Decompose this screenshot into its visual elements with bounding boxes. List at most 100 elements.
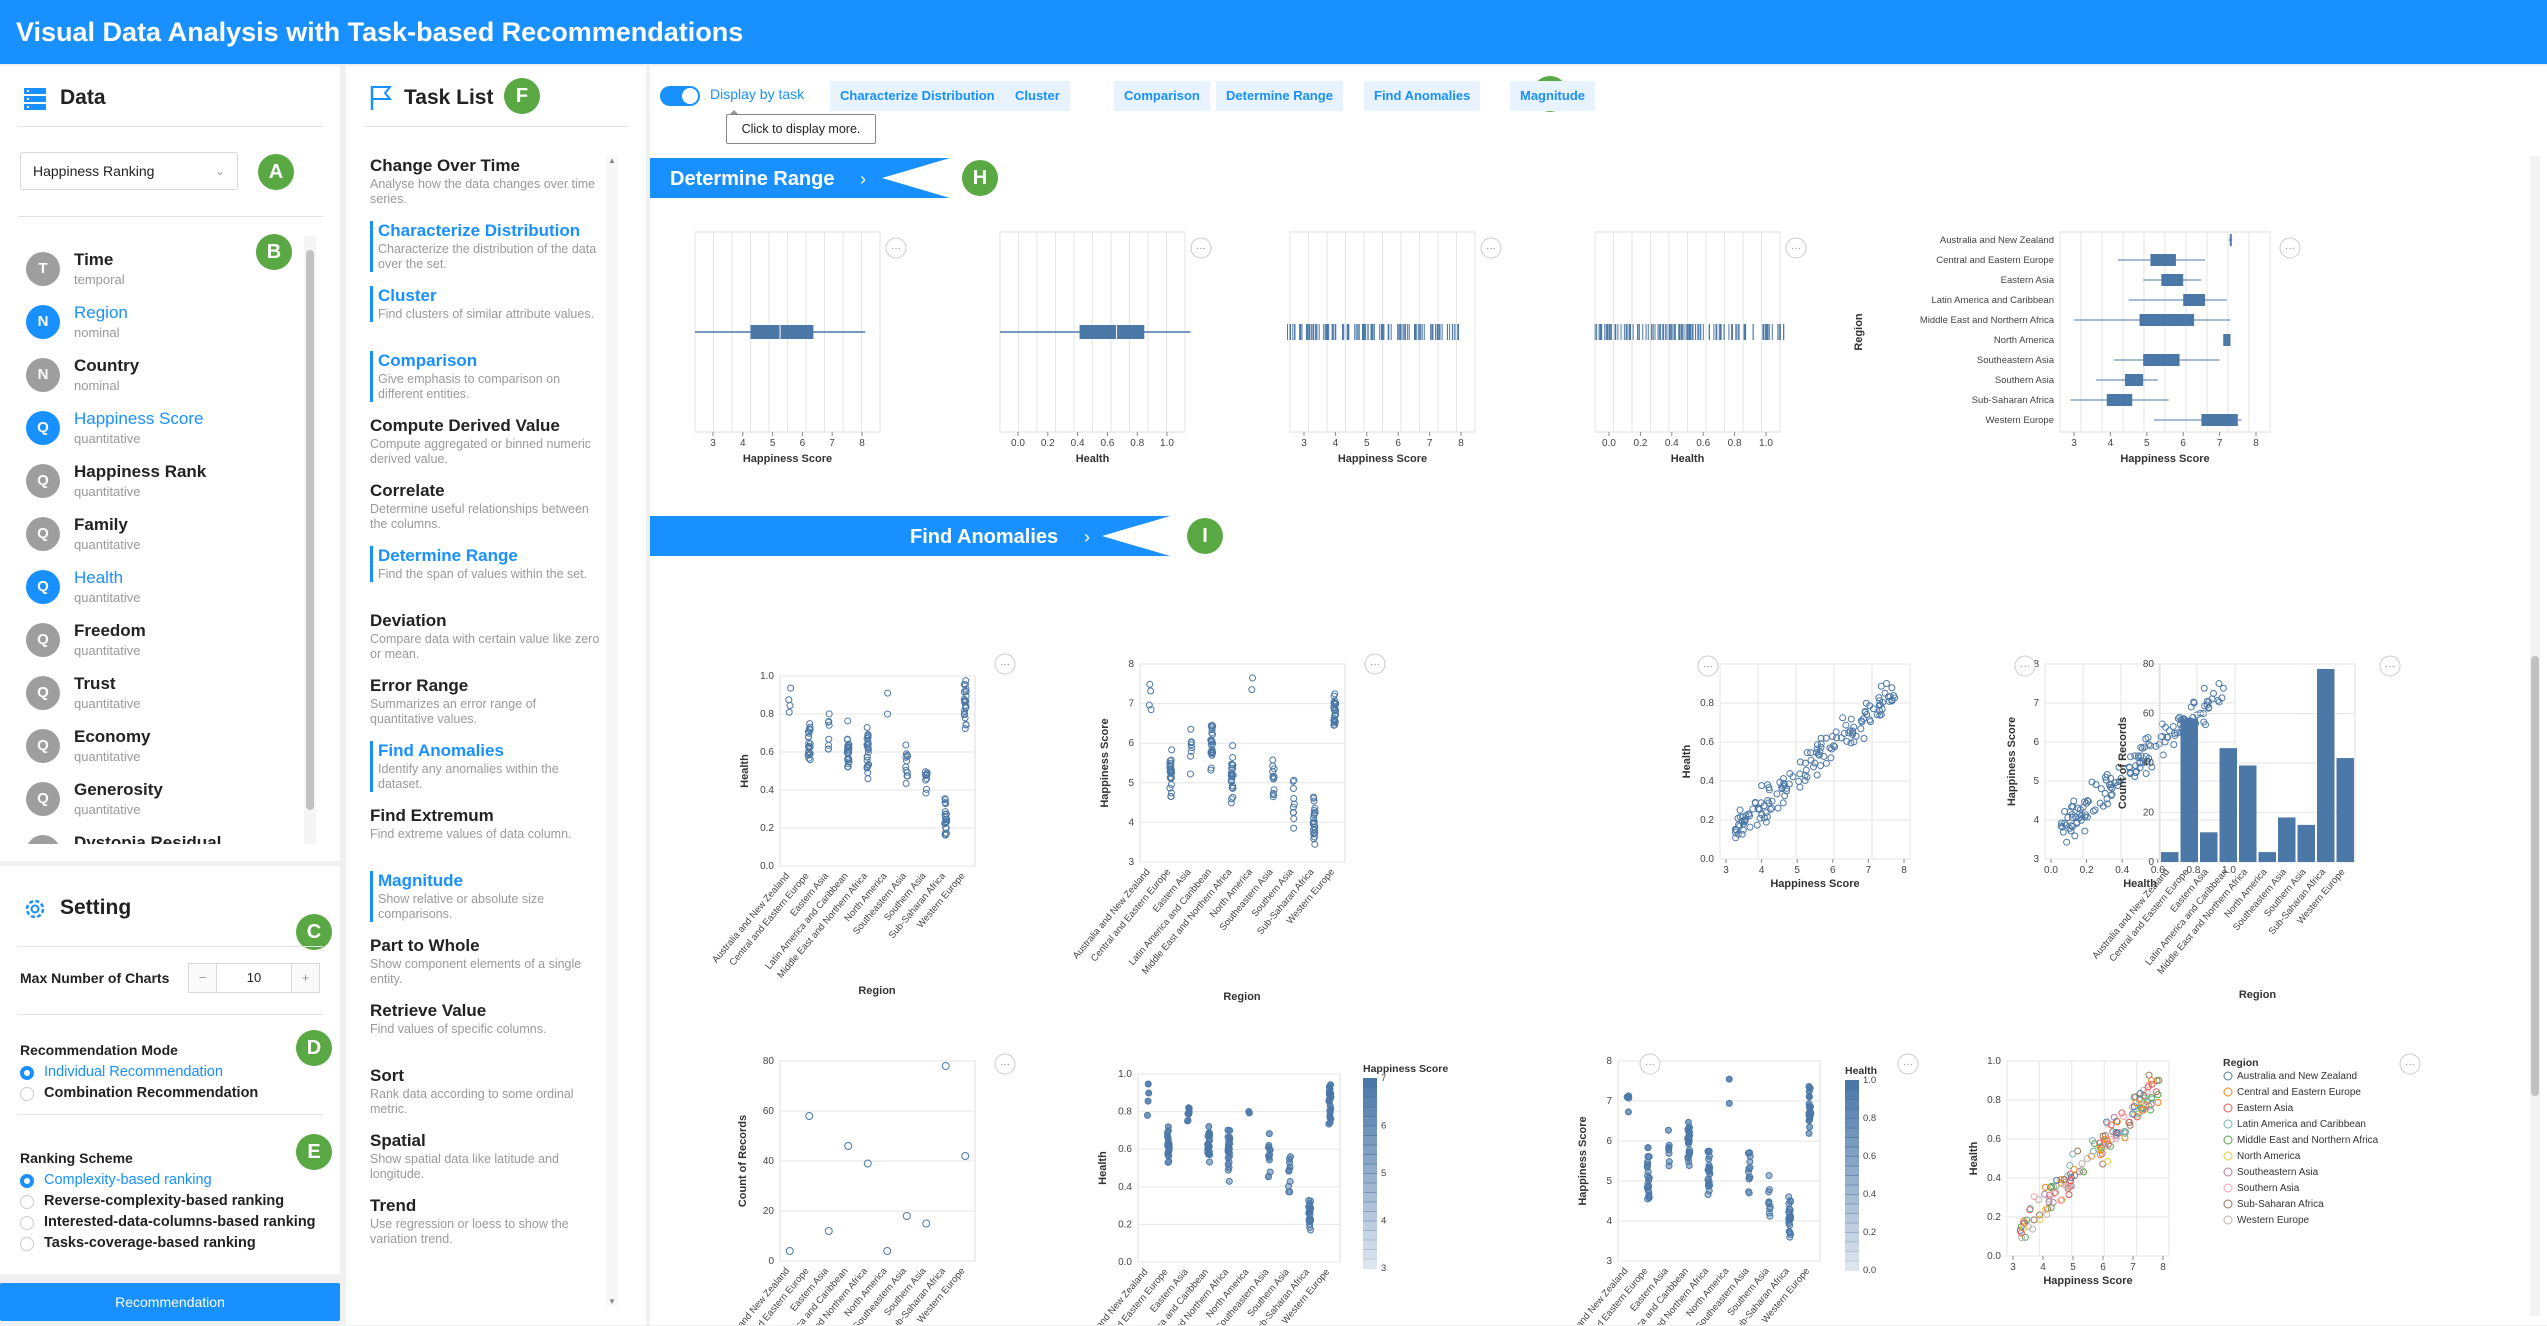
box	[1079, 325, 1145, 339]
tick-label: 5	[2070, 1262, 2076, 1273]
task-item[interactable]: Trend Use regression or loess to show the…	[370, 1196, 602, 1247]
box	[750, 325, 814, 339]
region-boxplot-chart[interactable]: Australia and New Zealand Central and Eas…	[1853, 231, 2271, 465]
bar[interactable]	[2297, 824, 2316, 862]
chart-menu-button[interactable]: ···	[2379, 655, 2401, 677]
tick-label: 0.8	[1987, 1095, 2001, 1106]
task-chip[interactable]: Magnitude	[1510, 81, 1595, 111]
task-item[interactable]: Comparison Give emphasis to comparison on…	[370, 351, 602, 402]
scrollbar-thumb[interactable]	[306, 250, 314, 810]
scheme-radio[interactable]	[20, 1174, 34, 1188]
chart-menu-button[interactable]: ···	[2279, 237, 2301, 259]
task-chip[interactable]: Comparison	[1114, 81, 1210, 111]
strip-chart[interactable]: 0.0 0.2 0.4 0.6 0.8 1.0 Health	[1594, 231, 1785, 465]
mode-radio[interactable]	[20, 1066, 34, 1080]
task-item[interactable]: Deviation Compare data with certain value…	[370, 611, 602, 662]
region-strip-chart[interactable]: 0.00.20.40.60.81.0HealthAustralia and Ne…	[1069, 1069, 1341, 1325]
task-item[interactable]: Sort Rank data according to some ordinal …	[370, 1066, 602, 1117]
chart-menu-button[interactable]: ···	[885, 237, 907, 259]
data-point	[1187, 725, 1195, 733]
mode-radio[interactable]	[20, 1087, 34, 1101]
scheme-radio[interactable]	[20, 1216, 34, 1230]
recommendation-button[interactable]: Recommendation	[0, 1283, 340, 1321]
scheme-radio-label[interactable]: Reverse-complexity-based ranking	[44, 1193, 284, 1209]
chart-menu-button[interactable]: ···	[1639, 1053, 1661, 1075]
chart-menu-button[interactable]: ···	[1897, 1053, 1919, 1075]
boxplot-chart[interactable]: 0.0 0.2 0.4 0.6 0.8 1.0 Health	[999, 231, 1191, 465]
task-chip[interactable]: Determine Range	[1216, 81, 1343, 111]
bar[interactable]	[2161, 852, 2179, 862]
decrement-button[interactable]: −	[189, 964, 217, 992]
bar[interactable]	[2219, 748, 2238, 862]
data-point	[1705, 1167, 1713, 1175]
task-item[interactable]: Compute Derived Value Compute aggregated …	[370, 416, 602, 467]
task-item[interactable]: Cluster Find clusters of similar attribut…	[370, 286, 602, 322]
main-scrollbar-thumb[interactable]	[2531, 656, 2539, 1096]
increment-button[interactable]: +	[291, 964, 319, 992]
bar-chart[interactable]: 020406080Count of RecordsAustralia and N…	[2090, 659, 2356, 1001]
mode-radio-label[interactable]: Individual Recommendation	[44, 1064, 223, 1080]
chart-menu-button[interactable]: ···	[1364, 653, 1386, 675]
chart-menu-button[interactable]: ···	[2014, 655, 2036, 677]
boxplot-chart[interactable]: 3 4 5 6 7 8 Happiness Score	[694, 231, 881, 465]
task-item[interactable]: Determine Range Find the span of values w…	[370, 546, 602, 582]
region-strip-chart[interactable]: 0.00.20.40.60.81.0HealthAustralia and Ne…	[710, 671, 976, 997]
bar[interactable]	[2200, 832, 2218, 862]
data-point	[1167, 793, 1175, 801]
task-item[interactable]: Magnitude Show relative or absolute size …	[370, 871, 602, 922]
region-strip-chart[interactable]: 345678Happiness ScoreAustralia and New Z…	[1071, 659, 1346, 1003]
task-item[interactable]: Change Over Time Analyse how the data cha…	[370, 156, 602, 207]
bar[interactable]	[2239, 765, 2257, 862]
task-chip[interactable]: Find Anomalies	[1364, 81, 1481, 111]
region-strip-chart[interactable]: 345678Happiness ScoreAustralia and New Z…	[1549, 1056, 1821, 1325]
tick-label: 0.4	[1118, 1182, 1132, 1193]
bar[interactable]	[2258, 852, 2277, 862]
scatter-chart[interactable]: 3456780.00.20.40.60.81.0Happiness ScoreH…	[1968, 1056, 2170, 1287]
task-item[interactable]: Retrieve Value Find values of specific co…	[370, 1001, 602, 1037]
task-item[interactable]: Error Range Summarizes an error range of …	[370, 676, 602, 727]
chart-menu-button[interactable]: ···	[1190, 237, 1212, 259]
chart-menu-button[interactable]: ···	[994, 653, 1016, 675]
main-scrollbar[interactable]	[2530, 156, 2540, 1316]
task-item[interactable]: Characterize Distribution Characterize th…	[370, 221, 602, 272]
scheme-radio-label[interactable]: Complexity-based ranking	[44, 1172, 212, 1188]
field-list-scrollbar[interactable]	[304, 236, 316, 844]
data-point	[1746, 1152, 1754, 1160]
chart-menu-button[interactable]: ···	[1697, 655, 1719, 677]
data-point	[1206, 1158, 1214, 1166]
task-item[interactable]: Find Anomalies Identify any anomalies wit…	[370, 741, 602, 792]
data-point	[1773, 790, 1781, 798]
max-charts-stepper[interactable]: − 10 +	[188, 963, 320, 993]
data-point	[1226, 1127, 1234, 1135]
task-item[interactable]: Spatial Show spatial data like latitude a…	[370, 1131, 602, 1182]
bar[interactable]	[2180, 718, 2199, 862]
max-charts-value[interactable]: 10	[217, 964, 291, 992]
tick-label: 7	[1128, 699, 1134, 710]
scatter-chart[interactable]: 3456780.00.20.40.60.81.0Happiness ScoreH…	[1681, 659, 1911, 890]
chart-menu-button[interactable]: ···	[994, 1053, 1016, 1075]
task-item[interactable]: Part to Whole Show component elements of …	[370, 936, 602, 987]
dataset-select[interactable]: Happiness Ranking ⌄	[20, 152, 238, 190]
data-point	[1805, 1129, 1813, 1137]
task-chip[interactable]: Characterize Distribution	[830, 81, 1005, 111]
task-item[interactable]: Find Extremum Find extreme values of data…	[370, 806, 602, 842]
chart-menu-button[interactable]: ···	[1785, 237, 1807, 259]
bar[interactable]	[2317, 668, 2335, 862]
task-list-scrollbar[interactable]: ▲ ▼	[606, 156, 618, 1306]
task-chip[interactable]: Cluster	[1005, 81, 1070, 111]
data-point	[941, 1062, 950, 1070]
chart-menu-button[interactable]: ···	[2399, 1053, 2421, 1075]
scheme-radio[interactable]	[20, 1195, 34, 1209]
tick-label: 6	[1128, 738, 1134, 749]
count-scatter-chart[interactable]: 020406080Count of RecordsAustralia and N…	[710, 1056, 976, 1325]
scheme-radio-label[interactable]: Interested-data-columns-based ranking	[44, 1214, 316, 1230]
strip-chart[interactable]: 3 4 5 6 7 8 Happiness Score	[1287, 231, 1476, 465]
scheme-radio[interactable]	[20, 1237, 34, 1251]
chart-menu-button[interactable]: ···	[1480, 237, 1502, 259]
scheme-radio-label[interactable]: Tasks-coverage-based ranking	[44, 1235, 256, 1251]
bar[interactable]	[2278, 817, 2296, 862]
bar[interactable]	[2336, 758, 2355, 862]
task-item[interactable]: Correlate Determine useful relationships …	[370, 481, 602, 532]
mode-radio-label[interactable]: Combination Recommendation	[44, 1085, 258, 1101]
data-point	[961, 1152, 970, 1160]
